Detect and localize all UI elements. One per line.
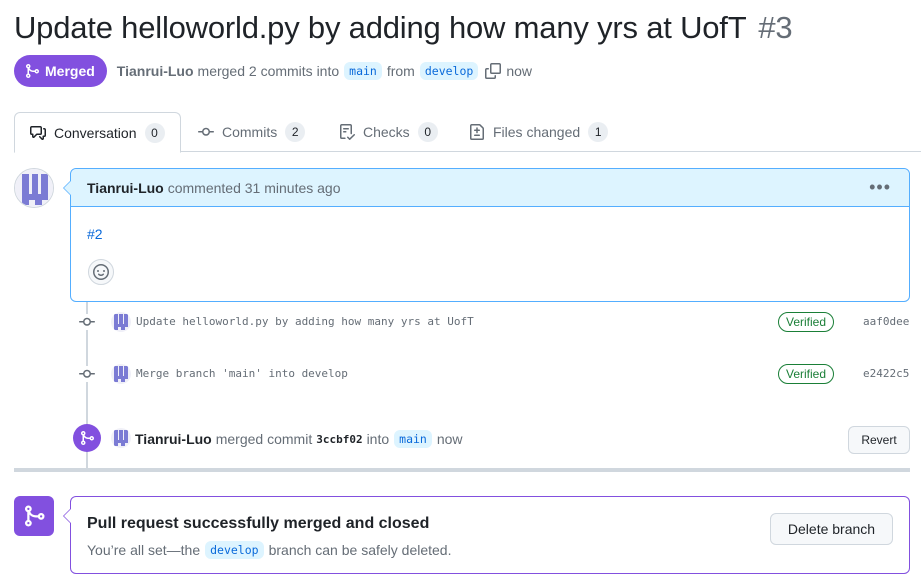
tab-commits-label: Commits bbox=[222, 124, 278, 140]
pr-meta: Merged Tianrui-Luo merged 2 commits into… bbox=[14, 55, 532, 87]
avatar[interactable] bbox=[111, 364, 131, 384]
commit-message-link[interactable]: Update helloworld.py by adding how many … bbox=[136, 315, 474, 328]
timeline-divider bbox=[14, 468, 910, 472]
git-merge-icon bbox=[14, 496, 54, 536]
tab-files-changed[interactable]: Files changed 1 bbox=[469, 112, 609, 152]
merge-author-link[interactable]: Tianrui-Luo bbox=[135, 431, 212, 447]
smiley-icon bbox=[93, 264, 109, 280]
file-diff-icon bbox=[469, 124, 485, 140]
commit-icon bbox=[79, 366, 95, 382]
merge-status-subtitle: You’re all set—the develop branch can be… bbox=[87, 541, 451, 559]
issue-reference-link[interactable]: #2 bbox=[87, 226, 103, 242]
merge-status-box: Pull request successfully merged and clo… bbox=[70, 496, 910, 574]
commit-sha-link[interactable]: e2422c5 bbox=[863, 367, 909, 380]
revert-button[interactable]: Revert bbox=[848, 426, 910, 454]
pr-summary-text: merged 2 commits into bbox=[197, 63, 340, 79]
merged-state-badge: Merged bbox=[14, 55, 107, 87]
tab-files-changed-label: Files changed bbox=[493, 124, 581, 140]
tab-checks-count: 0 bbox=[417, 122, 438, 142]
merge-status-suffix: branch can be safely deleted. bbox=[268, 542, 452, 558]
add-reaction-button[interactable] bbox=[88, 259, 114, 285]
tab-checks-label: Checks bbox=[363, 124, 410, 140]
pr-title-text: Update helloworld.py by adding how many … bbox=[14, 10, 746, 45]
from-text: from bbox=[386, 63, 415, 79]
git-merge-icon bbox=[26, 64, 40, 78]
pr-title: Update helloworld.py by adding how many … bbox=[14, 10, 793, 46]
merge-event: Tianrui-Luo merged commit 3ccbf02 into m… bbox=[73, 424, 921, 454]
merge-target-branch[interactable]: main bbox=[394, 430, 432, 448]
commit-row: Update helloworld.py by adding how many … bbox=[78, 311, 921, 333]
avatar[interactable] bbox=[14, 168, 54, 208]
tab-checks[interactable]: Checks 0 bbox=[339, 112, 438, 152]
base-branch-label[interactable]: main bbox=[344, 62, 382, 80]
commit-message-link[interactable]: Merge branch 'main' into develop bbox=[136, 367, 348, 380]
comment-header: Tianrui-Luo commented 31 minutes ago bbox=[71, 169, 909, 207]
commit-sha-link[interactable]: aaf0dee bbox=[863, 315, 909, 328]
head-branch-label[interactable]: develop bbox=[419, 62, 479, 80]
deletable-branch-label[interactable]: develop bbox=[205, 541, 264, 559]
commit-icon bbox=[79, 314, 95, 330]
merge-time: now bbox=[436, 431, 463, 447]
merge-action-text: merged commit bbox=[215, 431, 313, 447]
commit-row: Merge branch 'main' into develop Verifie… bbox=[78, 363, 921, 385]
tab-conversation[interactable]: Conversation 0 bbox=[14, 112, 181, 153]
pr-author-link[interactable]: Tianrui-Luo bbox=[117, 63, 194, 79]
merge-event-text: Tianrui-Luo merged commit 3ccbf02 into m… bbox=[135, 430, 463, 448]
avatar[interactable] bbox=[111, 312, 131, 332]
pr-tabs: Conversation 0 Commits 2 Checks 0 Files … bbox=[14, 112, 921, 153]
into-text: into bbox=[366, 431, 390, 447]
comment-discussion-icon bbox=[30, 125, 46, 141]
tab-conversation-count: 0 bbox=[144, 122, 165, 143]
merge-box-pointer-fill bbox=[64, 509, 71, 523]
tab-commits-count: 2 bbox=[285, 122, 306, 142]
merge-status-title: Pull request successfully merged and clo… bbox=[87, 515, 430, 532]
comment-action-text: commented 31 minutes ago bbox=[167, 179, 341, 196]
delete-branch-button[interactable]: Delete branch bbox=[770, 513, 893, 545]
pr-summary: Tianrui-Luo merged 2 commits into main f… bbox=[117, 62, 532, 80]
merge-status-prefix: You’re all set—the bbox=[87, 542, 201, 558]
comment-pointer-fill bbox=[64, 181, 71, 195]
copy-icon[interactable] bbox=[485, 63, 502, 79]
comment-author-link[interactable]: Tianrui-Luo bbox=[87, 180, 164, 196]
merged-label: Merged bbox=[45, 63, 95, 79]
tab-commits[interactable]: Commits 2 bbox=[198, 112, 306, 152]
pr-time: now bbox=[506, 63, 532, 79]
comment-card: Tianrui-Luo commented 31 minutes ago •••… bbox=[70, 168, 910, 302]
tab-conversation-label: Conversation bbox=[54, 124, 137, 141]
verified-badge[interactable]: Verified bbox=[778, 312, 835, 332]
checklist-icon bbox=[339, 124, 355, 140]
merge-commit-sha-link[interactable]: 3ccbf02 bbox=[316, 433, 362, 446]
verified-badge[interactable]: Verified bbox=[778, 364, 835, 384]
avatar[interactable] bbox=[111, 428, 131, 448]
git-merge-icon bbox=[73, 424, 101, 452]
pr-number: #3 bbox=[758, 10, 793, 45]
commit-icon bbox=[198, 124, 214, 140]
kebab-horizontal-icon[interactable]: ••• bbox=[869, 178, 891, 196]
tab-files-changed-count: 1 bbox=[588, 122, 609, 142]
